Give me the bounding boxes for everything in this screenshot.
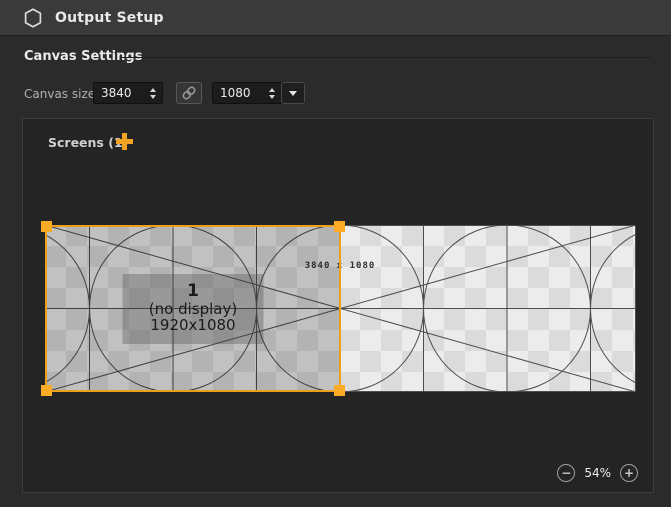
canvas-height-input[interactable]	[213, 86, 269, 100]
chevron-down-icon	[289, 91, 297, 96]
stepper-up-icon[interactable]	[150, 88, 156, 92]
screen-region-selection[interactable]: 1 (no display) 1920x1080	[45, 225, 341, 392]
zoom-out-button[interactable]: −	[557, 464, 575, 482]
hexagon-icon	[24, 8, 42, 28]
link-icon	[181, 85, 197, 101]
resize-handle-top-right[interactable]	[334, 221, 345, 232]
resize-handle-bottom-right[interactable]	[334, 385, 345, 396]
screen-resolution: 1920x1080	[150, 317, 235, 334]
canvas-size-label: Canvas size	[24, 87, 95, 101]
stepper-up-icon[interactable]	[269, 88, 275, 92]
output-setup-window: Output Setup Canvas Settings Canvas size	[0, 0, 671, 507]
page-title: Output Setup	[55, 10, 164, 26]
screens-panel: Screens (1)	[22, 118, 654, 493]
stepper-down-icon[interactable]	[269, 95, 275, 99]
minus-circle-icon: −	[561, 467, 571, 479]
stepper-down-icon[interactable]	[150, 95, 156, 99]
zoom-in-button[interactable]: +	[620, 464, 638, 482]
canvas-preview-workspace[interactable]: 3840 x 1080 1 (no display) 1920x1080	[45, 225, 636, 392]
canvas-height-stepper	[269, 88, 281, 99]
section-divider	[122, 57, 651, 58]
resize-handle-bottom-left[interactable]	[41, 385, 52, 396]
plus-circle-icon: +	[624, 467, 634, 479]
screen-number: 1	[187, 283, 199, 301]
add-screen-button[interactable]	[116, 133, 133, 150]
screen-status: (no display)	[149, 301, 237, 318]
screen-info-label: 1 (no display) 1920x1080	[123, 274, 264, 344]
canvas-size-preset-dropdown[interactable]	[281, 82, 305, 104]
canvas-width-stepper	[150, 88, 162, 99]
canvas-width-input[interactable]	[94, 86, 150, 100]
zoom-controls: − 54% +	[557, 464, 638, 482]
canvas-height-spinbox	[212, 82, 282, 104]
zoom-level: 54%	[584, 466, 611, 480]
canvas-width-spinbox	[93, 82, 163, 104]
resize-handle-top-left[interactable]	[41, 221, 52, 232]
window-header: Output Setup	[0, 0, 671, 36]
link-dimensions-button[interactable]	[176, 82, 202, 104]
